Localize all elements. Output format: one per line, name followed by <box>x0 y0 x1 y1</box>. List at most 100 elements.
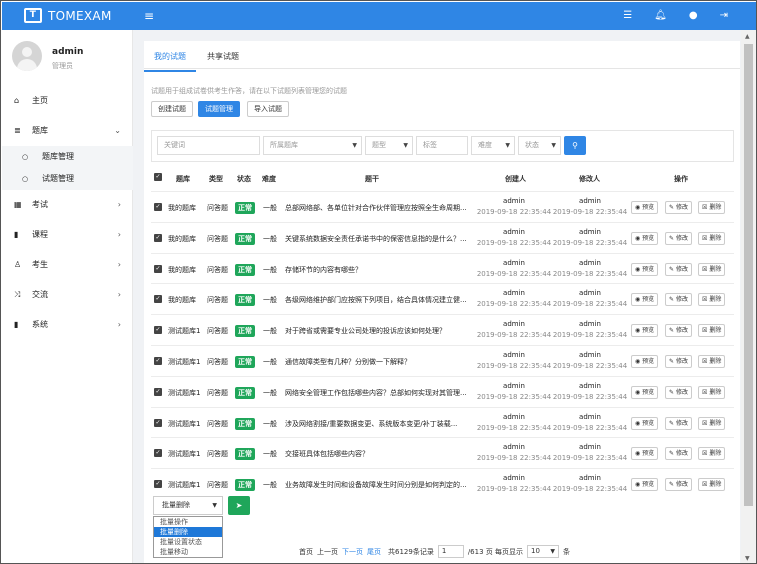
type-select[interactable]: 题型 ▼ <box>365 136 413 155</box>
edit-button[interactable]: ✎ 修改 <box>665 201 692 214</box>
row-stem[interactable]: 交接班具体包括哪些内容？ <box>285 449 369 459</box>
next-page-link[interactable]: 下一页 <box>342 547 363 557</box>
row-checkbox[interactable]: ✓ <box>154 387 162 396</box>
row-stem[interactable]: 涉及网络割接/重要数据变更、系统版本变更/补丁装载... <box>285 419 457 429</box>
edit-button[interactable]: ✎ 修改 <box>665 262 692 276</box>
delete-button[interactable]: ☒ 删除 <box>698 447 726 461</box>
difficulty-select[interactable]: 难度 ▼ <box>471 136 515 155</box>
edit-button[interactable]: ✎ 修改 <box>665 385 692 399</box>
first-page-link[interactable]: 首页 <box>299 547 313 557</box>
row-checkbox[interactable]: ✓ <box>154 356 162 365</box>
row-checkbox[interactable]: ✓ <box>154 203 162 211</box>
batch-submit-button[interactable]: ➤ <box>228 496 250 515</box>
row-checkbox[interactable]: ✓ <box>154 418 162 427</box>
sidebar-subitem-question-manage[interactable]: ○ 试题管理 <box>2 168 133 190</box>
edit-button[interactable]: ✎ 修改 <box>665 416 692 430</box>
page-size-select[interactable]: 10 ▼ <box>527 545 559 558</box>
menu-icon[interactable]: ≡ <box>144 9 154 23</box>
preview-button[interactable]: ◉ 预览 <box>631 416 659 430</box>
row-stem[interactable]: 各级网络维护部门应按照下列项目，结合具体情况建立健... <box>285 295 467 305</box>
batch-option[interactable]: 批量设置状态 <box>154 537 222 547</box>
row-checkbox[interactable]: ✓ <box>154 480 162 489</box>
import-questions-button[interactable]: 导入试题 <box>247 101 289 117</box>
tab-my-questions[interactable]: 我的试题 <box>144 51 196 72</box>
tag-input[interactable]: 标签 <box>416 136 468 155</box>
manage-questions-button[interactable]: 试题管理 <box>198 101 240 117</box>
preview-button[interactable]: ◉ 预览 <box>631 324 659 338</box>
edit-button[interactable]: ✎ 修改 <box>665 478 692 492</box>
edit-button[interactable]: ✎ 修改 <box>665 354 692 368</box>
delete-button[interactable]: ☒ 删除 <box>698 201 726 214</box>
scroll-up-icon[interactable]: ▲ <box>745 33 750 40</box>
select-all-checkbox[interactable]: ✓ <box>154 173 162 181</box>
preview-button[interactable]: ◉ 预览 <box>631 293 659 307</box>
edit-button[interactable]: ✎ 修改 <box>665 324 692 338</box>
delete-button[interactable]: ☒ 删除 <box>698 324 726 338</box>
preview-button[interactable]: ◉ 预览 <box>631 201 659 214</box>
logout-icon[interactable]: ⇥ <box>720 10 728 21</box>
preview-button[interactable]: ◉ 预览 <box>631 385 659 399</box>
app-logo[interactable]: T TOMEXAM <box>24 8 112 23</box>
user-role: 管理员 <box>52 62 73 70</box>
delete-button[interactable]: ☒ 删除 <box>698 231 726 245</box>
delete-button[interactable]: ☒ 删除 <box>698 478 726 492</box>
bank-select[interactable]: 所属题库 ▼ <box>263 136 362 155</box>
row-stem[interactable]: 通信故障类型有几种？分别做一下解释？ <box>285 357 411 367</box>
edit-button[interactable]: ✎ 修改 <box>665 293 692 307</box>
row-stem[interactable]: 业务故障发生时间和设备故障发生时间分别是如何判定的... <box>285 480 467 490</box>
batch-option-selected[interactable]: 批量删除 <box>154 527 222 537</box>
row-stem[interactable]: 总部网络部、各单位针对合作伙伴管理应按照全生命周期... <box>285 203 467 213</box>
batch-option[interactable]: 批量操作 <box>154 517 222 527</box>
preview-button[interactable]: ◉ 预览 <box>631 478 659 492</box>
delete-button[interactable]: ☒ 删除 <box>698 262 726 276</box>
create-question-button[interactable]: 创建试题 <box>151 101 193 117</box>
tab-shared-questions[interactable]: 共享试题 <box>207 51 239 62</box>
row-checkbox[interactable]: ✓ <box>154 264 162 273</box>
modified-time: 2019-09-18 22:35:44 <box>552 331 628 340</box>
row-stem[interactable]: 存储环节的内容有哪些？ <box>285 265 362 275</box>
sidebar-item-system[interactable]: ▮ 系统 › <box>2 310 133 340</box>
row-bank: 测试题库1 <box>168 419 201 428</box>
edit-button[interactable]: ✎ 修改 <box>665 231 692 245</box>
bell-icon[interactable]: 🔔︎ <box>654 10 667 21</box>
last-page-link[interactable]: 尾页 <box>367 547 381 557</box>
sidebar-item-exam[interactable]: ▦ 考试 › <box>2 190 133 220</box>
scrollbar-thumb[interactable] <box>744 44 753 506</box>
batch-select[interactable]: 批量删除 ▼ <box>153 496 223 515</box>
sidebar-submenu: ○ 题库管理 ○ 试题管理 <box>2 146 133 190</box>
status-select[interactable]: 状态 ▼ <box>518 136 561 155</box>
status-badge: 正常 <box>235 448 255 461</box>
delete-button[interactable]: ☒ 删除 <box>698 293 726 307</box>
sidebar-item-forum[interactable]: ⤨ 交流 › <box>2 280 133 310</box>
delete-button[interactable]: ☒ 删除 <box>698 385 726 399</box>
caret-down-icon: ▼ <box>212 502 217 509</box>
delete-button[interactable]: ☒ 删除 <box>698 416 726 430</box>
sidebar-item-course[interactable]: ▮ 课程 › <box>2 220 133 250</box>
delete-button[interactable]: ☒ 删除 <box>698 354 726 368</box>
preview-button[interactable]: ◉ 预览 <box>631 447 659 461</box>
scroll-down-icon[interactable]: ▼ <box>745 555 750 562</box>
row-stem[interactable]: 网络安全管理工作包括哪些内容？总部如何实现对其管理... <box>285 388 467 398</box>
user-icon[interactable]: ● <box>689 10 698 21</box>
sidebar-item-bank[interactable]: ≣ 题库 ⌄ <box>2 116 133 146</box>
row-checkbox[interactable]: ✓ <box>154 233 162 242</box>
sidebar-item-home[interactable]: ⌂ 主页 <box>2 86 133 116</box>
row-checkbox[interactable]: ✓ <box>154 295 162 304</box>
row-checkbox[interactable]: ✓ <box>154 449 162 458</box>
row-checkbox[interactable]: ✓ <box>154 326 162 335</box>
search-button[interactable]: ⚲ <box>564 136 586 155</box>
row-stem[interactable]: 对于跨省或需要专业公司处理的投诉应该如何处理？ <box>285 326 446 336</box>
sidebar-subitem-bank-manage[interactable]: ○ 题库管理 <box>2 146 133 168</box>
prev-page-link[interactable]: 上一页 <box>317 547 338 557</box>
preview-button[interactable]: ◉ 预览 <box>631 231 659 245</box>
batch-option[interactable]: 批量移动 <box>154 547 222 557</box>
row-stem[interactable]: 关键系统数据安全责任承诺书中的保密信息指的是什么？... <box>285 234 467 244</box>
page-scrollbar[interactable]: ▲ ▼ <box>741 30 756 563</box>
keyword-input[interactable]: 关键词 <box>157 136 260 155</box>
edit-button[interactable]: ✎ 修改 <box>665 447 692 461</box>
preview-button[interactable]: ◉ 预览 <box>631 354 659 368</box>
page-number-input[interactable]: 1 <box>437 545 464 558</box>
sidebar-item-examinee[interactable]: ♙ 考生 › <box>2 250 133 280</box>
preview-button[interactable]: ◉ 预览 <box>631 262 659 276</box>
list-icon[interactable]: ☰ <box>623 10 632 21</box>
